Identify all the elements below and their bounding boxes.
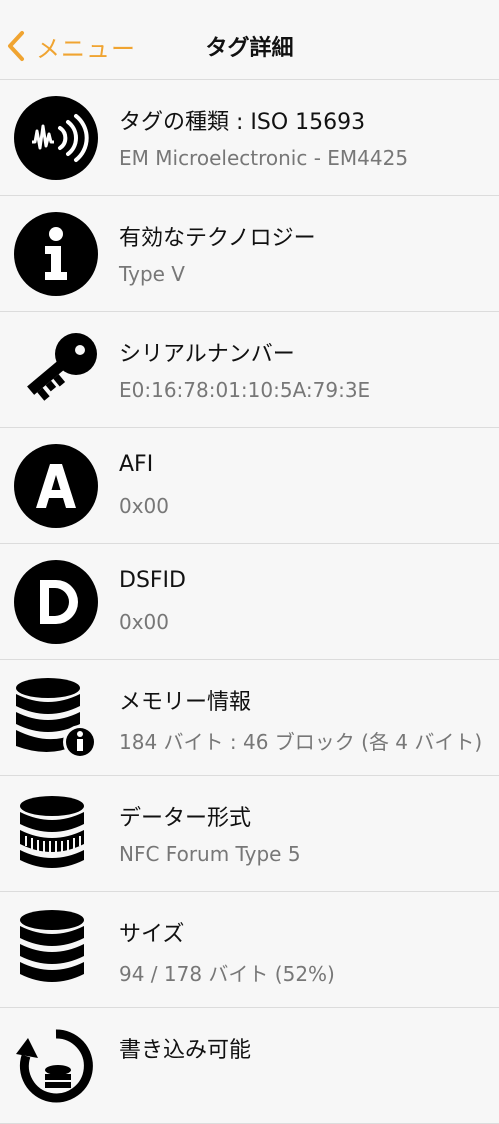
- list-item-tag-type[interactable]: タグの種類 : ISO 15693 EM Microelectronic - E…: [0, 80, 499, 196]
- nfc-tag-icon: [14, 96, 98, 180]
- list-item-data-format[interactable]: データー形式 NFC Forum Type 5: [0, 776, 499, 892]
- letter-d-icon: [14, 560, 98, 644]
- row-title: シリアルナンバー: [119, 342, 295, 367]
- database-info-icon: [14, 676, 98, 760]
- row-title: メモリー情報: [119, 690, 252, 715]
- row-value: Type V: [119, 262, 185, 286]
- row-title: AFI: [119, 452, 154, 477]
- row-value: 0x00: [119, 610, 170, 634]
- row-title: データー形式: [119, 806, 252, 831]
- row-title: 有効なテクノロジー: [119, 226, 316, 251]
- row-title: 書き込み可能: [119, 1038, 252, 1063]
- list-item-size[interactable]: サイズ 94 / 178 バイト (52%): [0, 892, 499, 1008]
- coin-stack-icon: [14, 792, 98, 876]
- list-item-serial-number[interactable]: シリアルナンバー E0:16:78:01:10:5A:79:3E: [0, 312, 499, 428]
- row-value: E0:16:78:01:10:5A:79:3E: [119, 378, 371, 402]
- info-icon: [14, 212, 98, 296]
- database-icon: [14, 908, 98, 992]
- navigation-bar: メニュー タグ詳細: [0, 0, 499, 80]
- list-item-writable[interactable]: 書き込み可能: [0, 1008, 499, 1124]
- list-item-afi[interactable]: AFI 0x00: [0, 428, 499, 544]
- row-value: NFC Forum Type 5: [119, 842, 301, 866]
- row-value: EM Microelectronic - EM4425: [119, 146, 409, 170]
- row-title: サイズ: [119, 922, 185, 947]
- row-value: 184 バイト : 46 ブロック (各 4 バイト): [119, 730, 483, 754]
- page-title: タグ詳細: [205, 36, 294, 61]
- list-item-memory-info[interactable]: メモリー情報 184 バイト : 46 ブロック (各 4 バイト): [0, 660, 499, 776]
- letter-a-icon: [14, 444, 98, 528]
- tag-detail-list: タグの種類 : ISO 15693 EM Microelectronic - E…: [0, 80, 499, 1124]
- row-value: 0x00: [119, 494, 170, 518]
- list-item-dsfid[interactable]: DSFID 0x00: [0, 544, 499, 660]
- key-icon: [14, 328, 98, 412]
- row-title: DSFID: [119, 568, 186, 593]
- rotate-database-icon: [14, 1024, 98, 1108]
- row-value: 94 / 178 バイト (52%): [119, 962, 335, 986]
- list-item-technology[interactable]: 有効なテクノロジー Type V: [0, 196, 499, 312]
- row-title: タグの種類 : ISO 15693: [119, 110, 366, 135]
